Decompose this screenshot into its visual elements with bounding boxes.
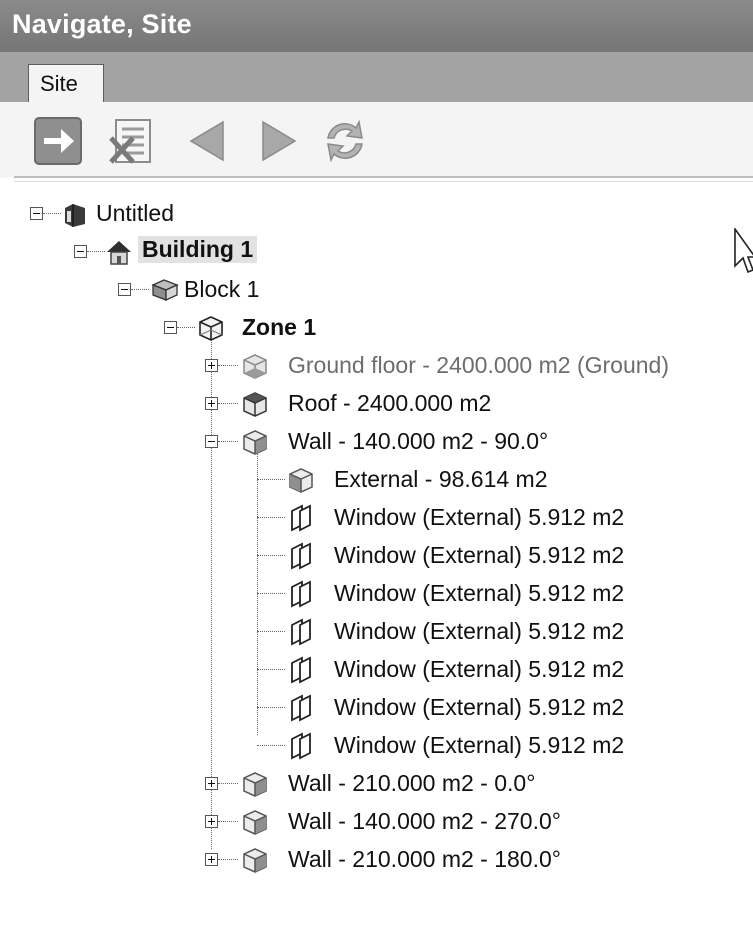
tab-site[interactable]: Site [28,64,104,102]
tree-node-label: Wall - 140.000 m2 - 270.0° [288,808,561,834]
zone-icon [199,316,223,341]
tree-node-wall-180[interactable]: Wall - 210.000 m2 - 180.0° [0,842,753,878]
tree-node-zone[interactable]: Zone 1 [0,310,753,346]
toolbar-separator-shadow [14,181,753,182]
tree-node-window[interactable]: Window (External) 5.912 m2 [0,652,753,688]
window-icon [291,504,311,532]
wall-icon [243,848,267,873]
tree-node-label: Wall - 210.000 m2 - 0.0° [288,770,536,796]
title-bar: Navigate, Site [0,0,753,52]
tree-node-wall-0[interactable]: Wall - 210.000 m2 - 0.0° [0,766,753,802]
tree-node-label: Wall - 210.000 m2 - 180.0° [288,846,561,872]
tree-line [218,821,238,822]
forward-triangle-icon[interactable] [253,116,303,166]
tree-node-label: Untitled [96,200,174,226]
roof-icon [243,392,267,417]
tree-node-label: Window (External) 5.912 m2 [334,580,625,606]
tree-line [218,365,238,366]
tree-node-window[interactable]: Window (External) 5.912 m2 [0,576,753,612]
tree-node-label: Building 1 [138,236,258,263]
tree-line [257,707,285,708]
tree-node-roof[interactable]: Roof - 2400.000 m2 [0,386,753,422]
tree-line [257,555,285,556]
tree-node-label: Window (External) 5.912 m2 [334,694,625,720]
expand-icon[interactable] [205,815,218,828]
tree-line [257,593,285,594]
collapse-icon[interactable] [30,207,43,220]
tree-node-label: Zone 1 [242,314,317,340]
external-wall-icon [289,468,313,493]
block-icon [151,279,179,302]
expand-icon[interactable] [205,359,218,372]
back-triangle-icon[interactable] [183,116,233,166]
tree-line [257,479,285,480]
tree-node-label: Window (External) 5.912 m2 [334,504,625,530]
tree-node-external[interactable]: External - 98.614 m2 [0,462,753,498]
collapse-icon[interactable] [118,283,131,296]
tree-line [218,859,238,860]
tree-line [218,403,238,404]
tree-node-window[interactable]: Window (External) 5.912 m2 [0,500,753,536]
collapse-icon[interactable] [205,435,218,448]
tree-node-ground-floor[interactable]: Ground floor - 2400.000 m2 (Ground) [0,348,753,384]
expand-icon[interactable] [205,397,218,410]
tree-node-wall-90[interactable]: Wall - 140.000 m2 - 90.0° [0,424,753,460]
tree-node-window[interactable]: Window (External) 5.912 m2 [0,614,753,650]
collapse-icon[interactable] [164,321,177,334]
tab-site-label: Site [40,71,78,96]
tab-strip: Site [0,52,753,102]
tree-line [257,631,285,632]
tree-node-label: Wall - 140.000 m2 - 90.0° [288,428,549,454]
tree-line [87,251,105,252]
tree-node-label: Window (External) 5.912 m2 [334,618,625,644]
tree-node-label: Roof - 2400.000 m2 [288,390,492,416]
tree-line [257,669,285,670]
tree-line [218,783,238,784]
window-icon [291,618,311,646]
tree-node-label: Window (External) 5.912 m2 [334,542,625,568]
window-icon [291,732,311,760]
refresh-icon[interactable] [320,116,370,166]
tree-node-window[interactable]: Window (External) 5.912 m2 [0,728,753,764]
tree-node-wall-270[interactable]: Wall - 140.000 m2 - 270.0° [0,804,753,840]
mouse-cursor-icon [734,228,753,274]
tree-line [257,517,285,518]
tree-node-label: Window (External) 5.912 m2 [334,732,625,758]
wall-icon [243,430,267,455]
wall-icon [243,772,267,797]
window-icon [291,694,311,722]
expand-icon[interactable] [205,853,218,866]
tree-node-label: Block 1 [184,276,260,302]
site-tree[interactable]: Untitled Building 1 Block 1 Zone 1 Groun… [0,186,753,935]
expand-icon[interactable] [205,777,218,790]
tree-line [218,441,238,442]
site-icon [65,204,85,227]
window-title: Navigate, Site [12,9,192,39]
window-icon [291,580,311,608]
ground-floor-icon [243,354,267,379]
tree-node-label: Window (External) 5.912 m2 [334,656,625,682]
tree-node-block[interactable]: Block 1 [0,272,753,308]
tree-line [177,327,195,328]
tree-node-label: Ground floor - 2400.000 m2 (Ground) [288,352,669,378]
building-icon [107,241,131,265]
tree-line [43,213,61,214]
tree-node-label: External - 98.614 m2 [334,466,548,492]
collapse-icon[interactable] [74,245,87,258]
delete-list-icon[interactable] [108,116,158,166]
tree-line [131,289,149,290]
wall-icon [243,810,267,835]
toolbar-separator [14,176,753,178]
tree-node-window[interactable]: Window (External) 5.912 m2 [0,538,753,574]
window-icon [291,542,311,570]
tree-node-root[interactable]: Untitled [0,196,753,232]
tree-node-window[interactable]: Window (External) 5.912 m2 [0,690,753,726]
arrow-right-icon[interactable] [33,116,83,166]
window-icon [291,656,311,684]
tree-node-building[interactable]: Building 1 [0,234,753,270]
toolbar [0,102,753,178]
tree-line [257,745,285,746]
